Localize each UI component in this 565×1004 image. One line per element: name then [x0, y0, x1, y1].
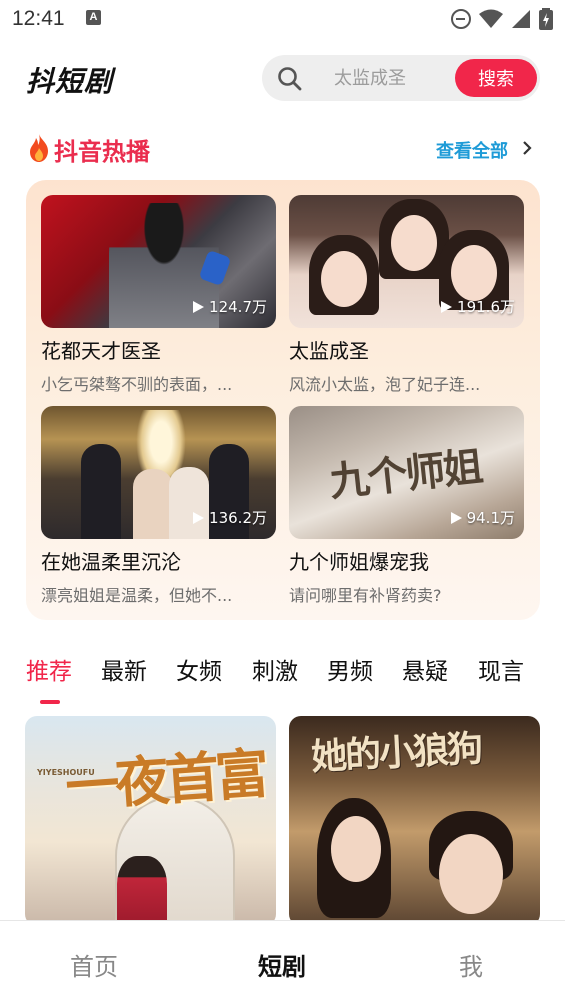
chevron-right-icon[interactable] [520, 140, 534, 156]
play-count: 94.1万 [450, 507, 515, 528]
tab-male[interactable]: 男频 [327, 652, 373, 686]
drama-thumbnail[interactable]: 191.6万 [289, 195, 524, 328]
drama-description: 请问哪里有补肾药卖? [289, 586, 442, 605]
status-time: 12:41 [12, 7, 65, 30]
search-bar[interactable]: 搜索 [262, 55, 540, 101]
hot-panel: 124.7万 花都天才医圣 小乞丐桀骜不驯的表面，... 191.6万 太监成圣… [26, 180, 540, 620]
search-input[interactable] [334, 67, 446, 89]
poster-subtitle: YIYESHOUFU [37, 768, 95, 777]
hot-section-title: 抖音热播 [54, 138, 150, 166]
nav-short-drama[interactable]: 短剧 [258, 947, 306, 982]
status-bar: 12:41 A [0, 0, 565, 38]
view-all-link[interactable]: 查看全部 [436, 137, 508, 163]
play-count: 191.6万 [441, 296, 515, 317]
drama-title[interactable]: 九个师姐爆宠我 [289, 546, 524, 575]
drama-poster-card[interactable]: 她的小狼狗 [289, 716, 540, 926]
app-header: 抖短剧 搜索 [0, 52, 565, 102]
nav-home[interactable]: 首页 [70, 947, 118, 982]
play-count: 136.2万 [193, 507, 267, 528]
nav-me[interactable]: 我 [459, 947, 483, 982]
drama-description: 风流小太监，泡了妃子连... [289, 375, 481, 394]
hot-drama-card[interactable]: 九个师姐 94.1万 九个师姐爆宠我 请问哪里有补肾药卖? [289, 406, 524, 606]
play-icon [193, 511, 205, 524]
fire-icon [30, 134, 48, 162]
tab-modern-romance[interactable]: 现言 [478, 652, 524, 686]
active-tab-indicator [40, 700, 60, 704]
search-button[interactable]: 搜索 [455, 59, 537, 97]
drama-description: 小乞丐桀骜不驯的表面，... [41, 375, 233, 394]
play-count-value: 136.2万 [209, 509, 267, 527]
hot-drama-card[interactable]: 191.6万 太监成圣 风流小太监，泡了妃子连... [289, 195, 524, 395]
play-count-value: 191.6万 [457, 298, 515, 316]
status-icons [451, 8, 553, 30]
do-not-disturb-icon [451, 9, 471, 29]
notification-icon: A [86, 10, 101, 25]
play-count-value: 94.1万 [466, 509, 515, 527]
drama-description: 漂亮姐姐是温柔，但她不... [41, 586, 233, 605]
tab-recommended[interactable]: 推荐 [26, 652, 72, 686]
drama-thumbnail[interactable]: 136.2万 [41, 406, 276, 539]
play-icon [450, 511, 462, 524]
poster-title: 九个师姐 [327, 443, 484, 506]
search-icon [278, 67, 302, 91]
wifi-icon [479, 9, 503, 28]
play-icon [441, 300, 453, 313]
play-count: 124.7万 [193, 296, 267, 317]
app-logo: 抖短剧 [26, 65, 114, 98]
drama-thumbnail[interactable]: 九个师姐 94.1万 [289, 406, 524, 539]
drama-title[interactable]: 在她温柔里沉沦 [41, 546, 276, 575]
category-tabs: 推荐 最新 女频 刺激 男频 悬疑 现言 [26, 652, 546, 712]
hot-section-header: 抖音热播 查看全部 [0, 128, 565, 168]
tab-suspense[interactable]: 悬疑 [402, 652, 448, 686]
drama-title[interactable]: 花都天才医圣 [41, 335, 276, 364]
drama-poster-card[interactable]: 一夜首富 YIYESHOUFU [25, 716, 276, 926]
drama-title[interactable]: 太监成圣 [289, 335, 524, 364]
battery-icon [539, 8, 553, 30]
tab-female[interactable]: 女频 [176, 652, 222, 686]
play-icon [193, 300, 205, 313]
tab-thrilling[interactable]: 刺激 [252, 652, 298, 686]
poster-title: 她的小狼狗 [310, 727, 483, 779]
hot-drama-card[interactable]: 136.2万 在她温柔里沉沦 漂亮姐姐是温柔，但她不... [41, 406, 276, 606]
hot-drama-card[interactable]: 124.7万 花都天才医圣 小乞丐桀骜不驯的表面，... [41, 195, 276, 395]
bottom-nav: 首页 短剧 我 [0, 920, 565, 1004]
tab-latest[interactable]: 最新 [101, 652, 147, 686]
play-count-value: 124.7万 [209, 298, 267, 316]
drama-thumbnail[interactable]: 124.7万 [41, 195, 276, 328]
cell-signal-icon [512, 10, 530, 28]
